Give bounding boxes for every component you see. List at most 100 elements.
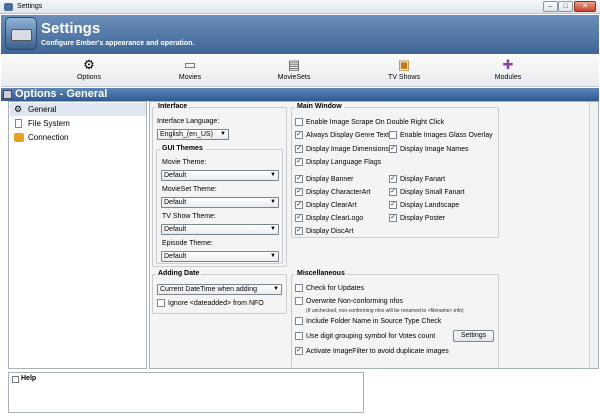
settings-header: Settings Configure Ember's appearance an…: [1, 15, 599, 54]
checkbox-box: ✓: [295, 131, 303, 139]
tvshow-theme-value: Default: [164, 226, 187, 233]
clearart-checkbox[interactable]: ✓ Display ClearArt: [295, 201, 357, 210]
movie-theme-value: Default: [164, 172, 187, 179]
adding-date-select[interactable]: Current DateTime when adding ▼: [157, 284, 282, 295]
checkbox-label: Display Language Flags: [306, 159, 382, 166]
digit-grouping-checkbox[interactable]: Use digit grouping symbol for Votes coun…: [295, 332, 435, 341]
adding-date-group: Adding Date Current DateTime when adding…: [152, 270, 287, 314]
checkbox-box: ✓: [295, 347, 303, 355]
nav-options[interactable]: ⚙ Options: [59, 57, 119, 81]
header-subtitle: Configure Ember's appearance and operati…: [41, 40, 195, 47]
checkbox-box: ✓: [295, 227, 303, 235]
checkbox-label: Display CharacterArt: [306, 189, 371, 196]
checkbox-box: [295, 284, 303, 292]
checkbox-label: Display DiscArt: [306, 228, 354, 235]
language-flags-checkbox[interactable]: ✓ Display Language Flags: [295, 158, 381, 167]
checkbox-label: Display Landscape: [400, 202, 460, 209]
landscape-checkbox[interactable]: ✓ Display Landscape: [389, 201, 459, 210]
help-panel: Help: [8, 372, 364, 413]
nav-movies[interactable]: ▭ Movies: [160, 57, 220, 81]
episode-theme-select[interactable]: Default ▼: [161, 251, 279, 262]
language-label: Interface Language:: [157, 118, 220, 125]
characterart-checkbox[interactable]: ✓ Display CharacterArt: [295, 188, 371, 197]
checkbox-box: ✓: [295, 214, 303, 222]
banner-checkbox[interactable]: ✓ Display Banner: [295, 175, 353, 184]
nav-moviesets[interactable]: ▤ MovieSets: [264, 57, 324, 81]
checkbox-label: Display Poster: [400, 215, 446, 222]
movieset-theme-value: Default: [164, 199, 187, 206]
help-icon: [12, 376, 19, 383]
checkbox-box: [157, 299, 165, 307]
movie-theme-select[interactable]: Default ▼: [161, 170, 279, 181]
gui-themes-title: GUI Themes: [160, 145, 205, 152]
image-scrape-checkbox[interactable]: Enable Image Scrape On Double Right Clic…: [295, 118, 444, 127]
overwrite-nfo-checkbox[interactable]: Overwrite Non-conforming nfos: [295, 297, 403, 306]
section-nav: ⚙ Options ▭ Movies ▤ MovieSets ▣ TV Show…: [1, 55, 599, 87]
checkbox-label: Display Image Dimensions: [306, 146, 389, 153]
movie-theme-label: Movie Theme:: [162, 159, 207, 166]
options-title: Options - General: [15, 88, 108, 100]
image-names-checkbox[interactable]: ✓ Display Image Names: [389, 145, 468, 154]
interface-title: Interface: [156, 103, 190, 110]
clearlogo-checkbox[interactable]: ✓ Display ClearLogo: [295, 214, 363, 223]
tree-item-connection[interactable]: Connection: [10, 131, 146, 144]
tvshow-theme-select[interactable]: Default ▼: [161, 224, 279, 235]
glass-overlay-checkbox[interactable]: Enable Images Glass Overlay: [389, 131, 493, 140]
checkbox-label: Display Fanart: [400, 176, 446, 183]
fanart-checkbox[interactable]: ✓ Display Fanart: [389, 175, 445, 184]
tv-icon: ▣: [397, 57, 411, 72]
poster-checkbox[interactable]: ✓ Display Poster: [389, 214, 445, 223]
nav-tvshows[interactable]: ▣ TV Shows: [374, 57, 434, 81]
options-title-bar: Options - General: [1, 88, 599, 101]
maximize-button[interactable]: □: [558, 1, 573, 12]
window-titlebar: Settings – □ ✕: [0, 0, 600, 14]
episode-theme-value: Default: [164, 253, 187, 260]
checkbox-label: Include Folder Name in Source Type Check: [306, 318, 442, 325]
chevron-down-icon: ▼: [220, 131, 226, 137]
checkbox-box: ✓: [389, 201, 397, 209]
checkbox-box: ✓: [295, 145, 303, 153]
gui-themes-group: GUI Themes Movie Theme: Default ▼ MovieS…: [156, 145, 283, 264]
nav-label: Modules: [494, 74, 522, 81]
checkbox-box: ✓: [389, 214, 397, 222]
checkbox-box: [295, 297, 303, 305]
image-dimensions-checkbox[interactable]: ✓ Display Image Dimensions: [295, 145, 389, 154]
gear-icon: ⚙: [14, 104, 23, 114]
settings-button[interactable]: Settings: [453, 330, 494, 342]
miscellaneous-group: Miscellaneous Check for Updates Overwrit…: [291, 270, 499, 368]
small-fanart-checkbox[interactable]: ✓ Display Small Fanart: [389, 188, 465, 197]
tvshow-theme-label: TV Show Theme:: [162, 213, 216, 220]
tree-label: General: [28, 105, 57, 114]
checkbox-box: [389, 131, 397, 139]
checkbox-label: Ignore <dateadded> from NFO: [168, 300, 264, 307]
checkbox-label: Use digit grouping symbol for Votes coun…: [306, 333, 436, 340]
discart-checkbox[interactable]: ✓ Display DiscArt: [295, 227, 353, 236]
tree-item-file-system[interactable]: File System: [10, 117, 146, 130]
ignore-dateadded-checkbox[interactable]: Ignore <dateadded> from NFO: [157, 299, 264, 308]
movieset-theme-label: MovieSet Theme:: [162, 186, 217, 193]
main-window-group: Main Window Enable Image Scrape On Doubl…: [291, 103, 499, 238]
checkbox-box: ✓: [389, 188, 397, 196]
movieset-theme-select[interactable]: Default ▼: [161, 197, 279, 208]
genre-text-checkbox[interactable]: ✓ Always Display Genre Text: [295, 131, 389, 140]
nav-label: Options: [76, 74, 102, 81]
checkbox-box: [295, 118, 303, 126]
check-updates-checkbox[interactable]: Check for Updates: [295, 284, 364, 293]
nav-label: TV Shows: [388, 74, 420, 81]
settings-tree: ⚙ General File System Connection: [8, 101, 147, 369]
language-select[interactable]: English_(en_US) ▼: [157, 129, 229, 140]
checkbox-box: ✓: [295, 201, 303, 209]
chevron-down-icon: ▼: [270, 199, 276, 205]
include-folder-checkbox[interactable]: Include Folder Name in Source Type Check: [295, 317, 441, 326]
connection-icon: [14, 133, 24, 142]
nav-modules[interactable]: ✚ Modules: [478, 57, 538, 81]
panel-scrollbar[interactable]: [589, 102, 598, 368]
minimize-button[interactable]: –: [543, 1, 558, 12]
miscellaneous-title: Miscellaneous: [295, 270, 347, 277]
image-filter-checkbox[interactable]: ✓ Activate ImageFilter to avoid duplicate…: [295, 347, 449, 356]
checkbox-label: Display Banner: [306, 176, 354, 183]
checkbox-label: Display ClearArt: [306, 202, 357, 209]
tree-item-general[interactable]: ⚙ General: [10, 103, 146, 116]
help-title: Help: [21, 375, 37, 382]
close-button[interactable]: ✕: [574, 1, 596, 12]
